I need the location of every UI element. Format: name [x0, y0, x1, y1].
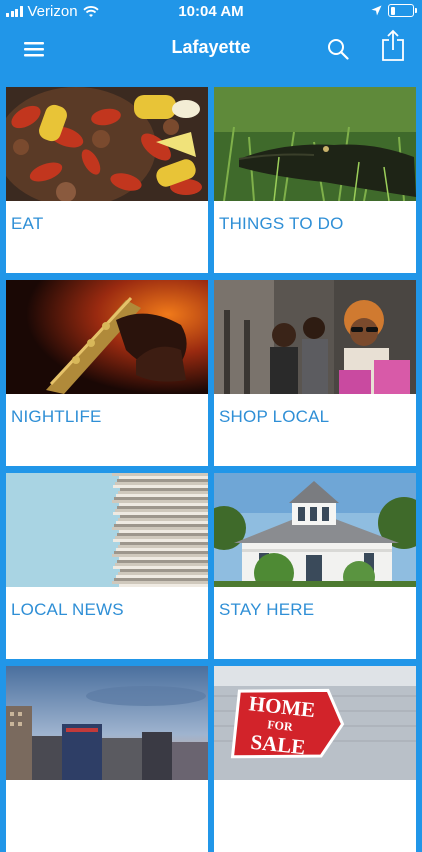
tile-shop-local[interactable]: SHOP LOCAL [214, 280, 416, 466]
battery-icon [388, 4, 417, 17]
tile-label: LOCAL NEWS [11, 600, 124, 619]
search-icon [328, 39, 349, 60]
status-right [371, 4, 417, 17]
page-title: Lafayette [171, 37, 251, 57]
home-for-sale-image: HOME FOR SALE [214, 666, 416, 780]
newspaper-stack-image [6, 473, 208, 587]
share-button[interactable] [378, 29, 408, 61]
tile-things-to-do[interactable]: THINGS TO DO [214, 87, 416, 273]
shoppers-image [214, 280, 416, 394]
tile-local-news[interactable]: LOCAL NEWS [6, 473, 208, 659]
status-bar: Verizon 10:04 AM [0, 0, 422, 24]
tile-label: NIGHTLIFE [11, 407, 102, 426]
share-icon [382, 29, 404, 61]
search-button[interactable] [323, 34, 353, 64]
house-image [214, 473, 416, 587]
tile-city-skyline[interactable] [6, 666, 208, 852]
status-time: 10:04 AM [178, 3, 244, 20]
tile-label: EAT [11, 214, 44, 233]
tile-label: THINGS TO DO [219, 214, 344, 233]
crawfish-boil-image [6, 87, 208, 201]
navigation-bar: Lafayette [0, 24, 422, 74]
tile-nightlife[interactable]: NIGHTLIFE [6, 280, 208, 466]
tile-home-for-sale[interactable]: HOME FOR SALE [214, 666, 416, 852]
city-skyline-image [6, 666, 208, 780]
alligator-image [214, 87, 416, 201]
tile-eat[interactable]: EAT [6, 87, 208, 273]
tile-label: SHOP LOCAL [219, 407, 330, 426]
tile-label: STAY HERE [219, 600, 315, 619]
location-arrow-icon [371, 5, 382, 16]
saxophone-image [6, 280, 208, 394]
tile-stay-here[interactable]: STAY HERE [214, 473, 416, 659]
